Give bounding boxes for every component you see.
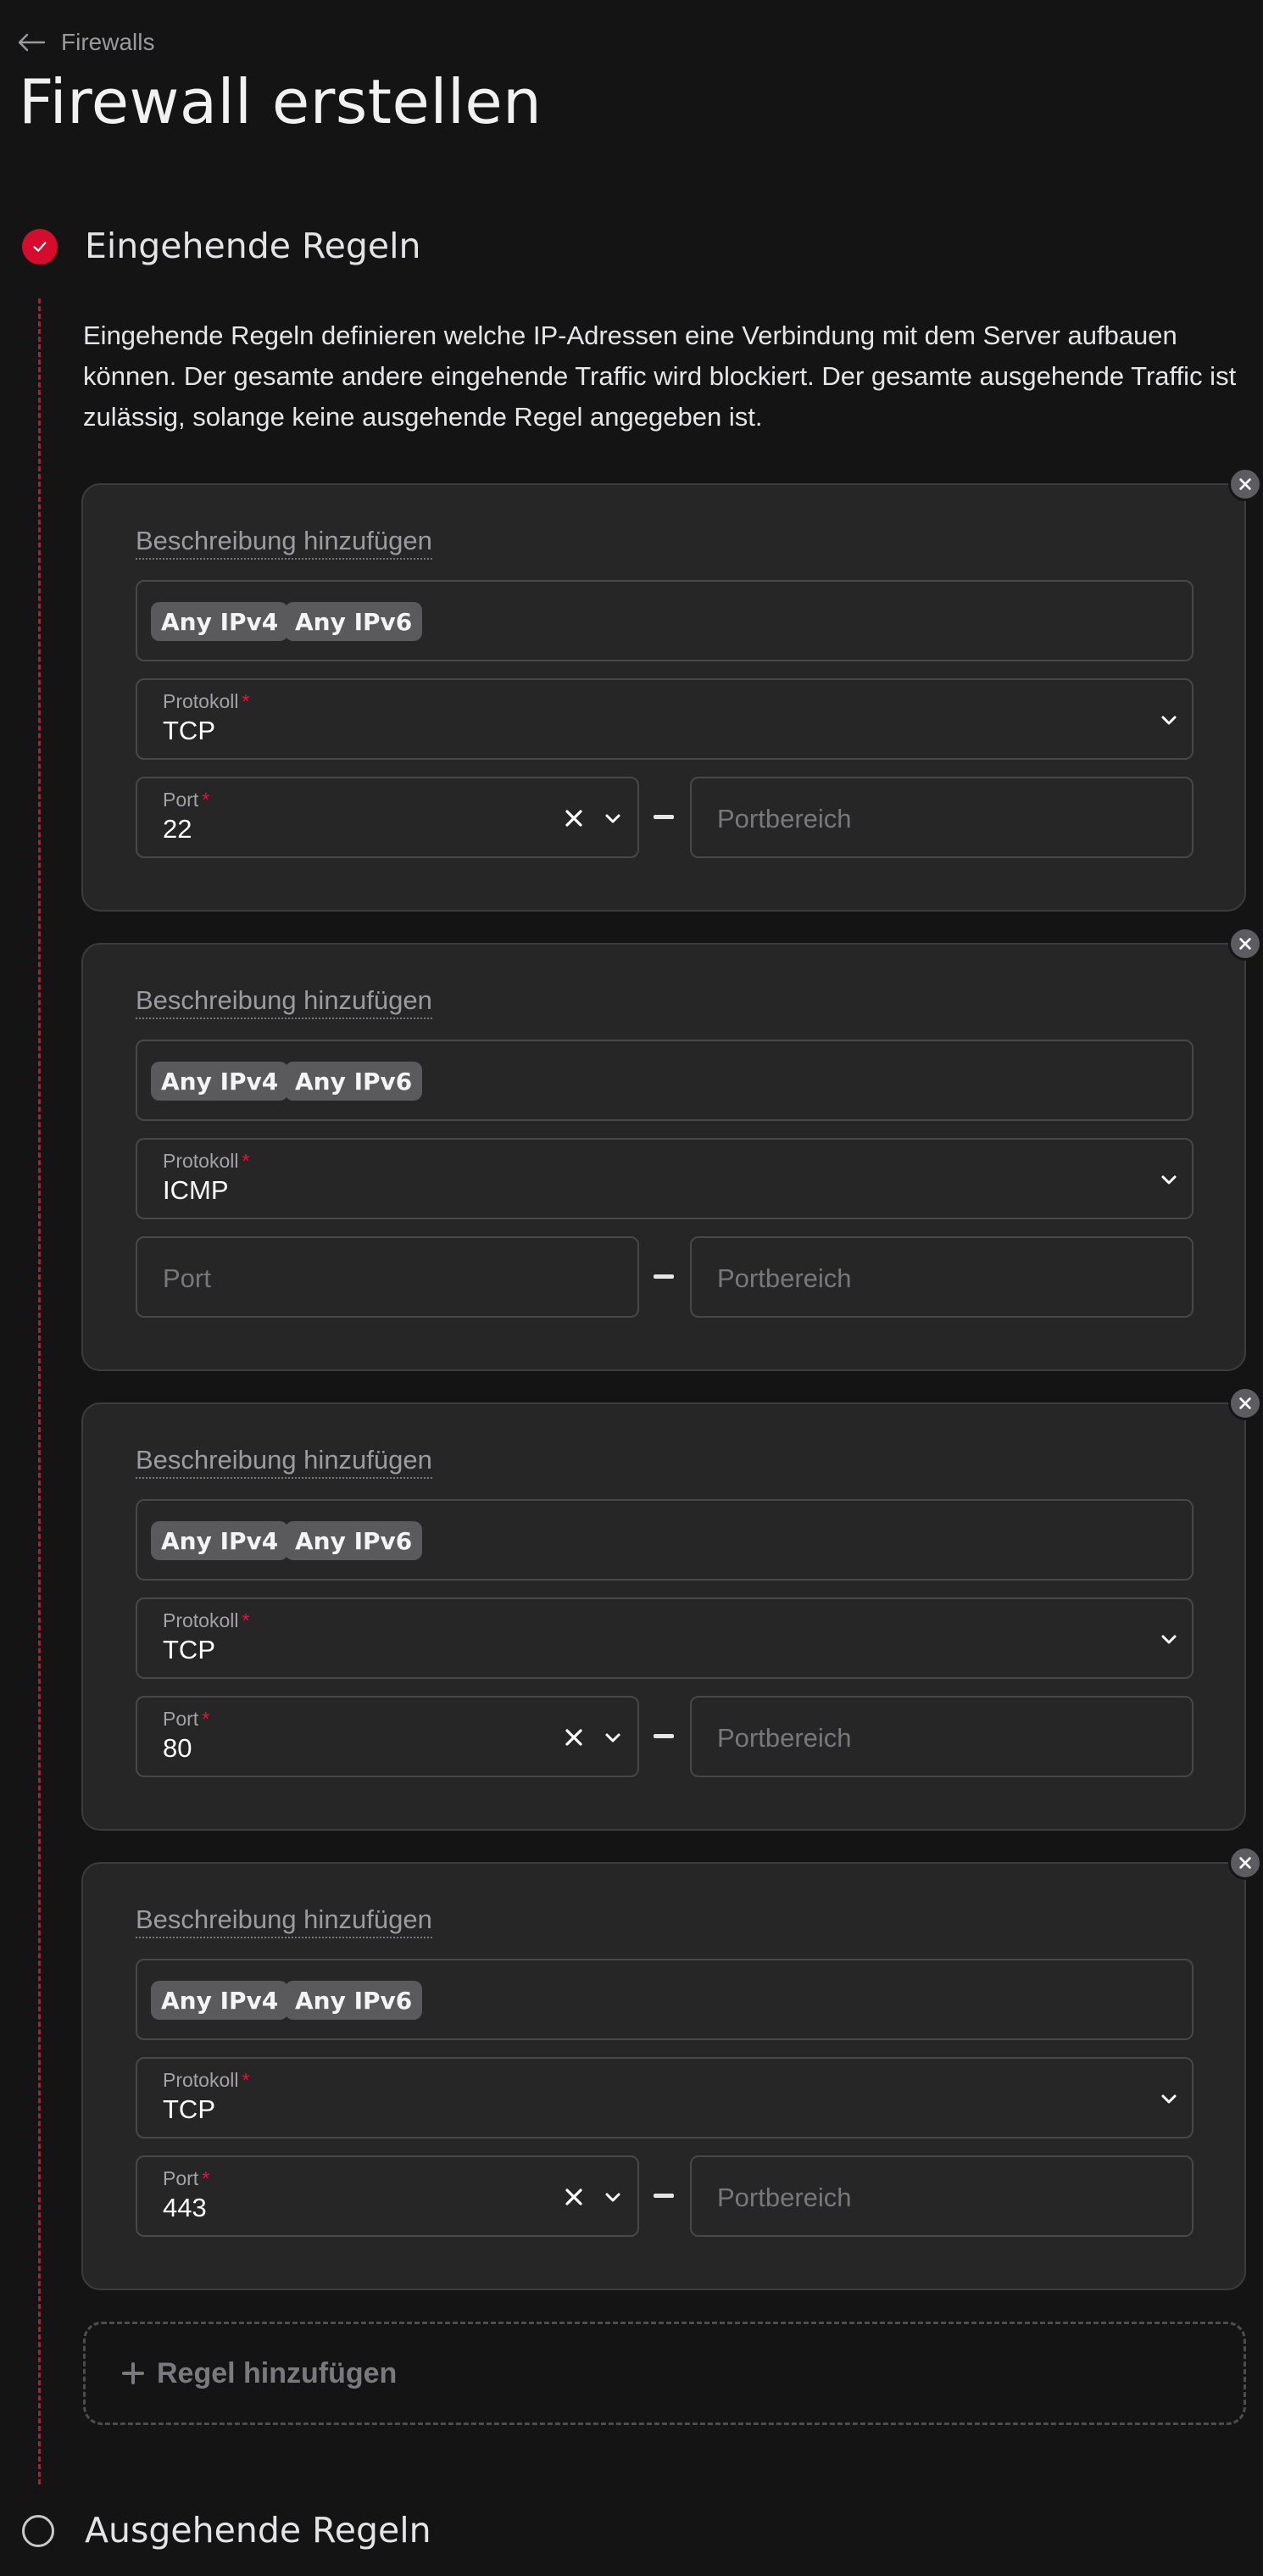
port-label: Port * (163, 2167, 210, 2189)
port-select[interactable]: Port * 80 (136, 1696, 639, 1777)
source-chip[interactable]: Any IPv6 (285, 1981, 423, 2020)
protocol-label: Protokoll * (163, 690, 250, 712)
source-ips-field[interactable]: Any IPv4 Any IPv6 (136, 1499, 1193, 1581)
source-ips-field[interactable]: Any IPv4 Any IPv6 (136, 580, 1193, 661)
add-rule-label: Regel hinzufügen (157, 2356, 398, 2389)
source-ips-field[interactable]: Any IPv4 Any IPv6 (136, 1959, 1193, 2040)
inbound-description: Eingehende Regeln definieren welche IP-A… (83, 321, 1237, 432)
port-label: Port * (163, 789, 210, 811)
port-input-disabled[interactable]: Port (136, 1236, 639, 1318)
step-complete-check-icon (22, 229, 58, 265)
clear-icon[interactable] (563, 1726, 585, 1748)
add-rule-button[interactable]: Regel hinzufügen (83, 2322, 1246, 2425)
port-range-placeholder: Portbereich (717, 1263, 852, 1293)
inbound-step-title[interactable]: Eingehende Regeln (85, 226, 421, 266)
add-description-link[interactable]: Beschreibung hinzufügen (136, 1904, 432, 1938)
remove-rule-button[interactable] (1228, 927, 1262, 961)
close-icon (1239, 1397, 1251, 1409)
protocol-label: Protokoll * (163, 1609, 250, 1631)
port-label: Port * (163, 1708, 210, 1730)
close-icon (1239, 478, 1251, 490)
source-ips-field[interactable]: Any IPv4 Any IPv6 (136, 1040, 1193, 1121)
add-description-link[interactable]: Beschreibung hinzufügen (136, 526, 432, 560)
protocol-select[interactable]: Protokoll * TCP (136, 678, 1193, 760)
range-separator (654, 1274, 674, 1279)
add-description-link[interactable]: Beschreibung hinzufügen (136, 1445, 432, 1479)
protocol-value: TCP (163, 716, 215, 745)
rule-card: Beschreibung hinzufügen Any IPv4 Any IPv… (81, 1846, 1262, 2290)
rule-card: Beschreibung hinzufügen Any IPv4 Any IPv… (81, 927, 1262, 1371)
port-range-placeholder: Portbereich (717, 1723, 852, 1753)
protocol-value: ICMP (163, 1175, 229, 1205)
arrow-left-icon (18, 33, 46, 52)
protocol-select[interactable]: Protokoll * ICMP (136, 1138, 1193, 1219)
source-chip[interactable]: Any IPv6 (285, 1062, 423, 1101)
port-range-placeholder: Portbereich (717, 2183, 852, 2212)
rule-card: Beschreibung hinzufügen Any IPv4 Any IPv… (81, 1386, 1262, 1831)
add-description-link[interactable]: Beschreibung hinzufügen (136, 985, 432, 1019)
port-select[interactable]: Port * 443 (136, 2155, 639, 2237)
protocol-label: Protokoll * (163, 2069, 250, 2091)
clear-icon[interactable] (563, 807, 585, 829)
port-value: 80 (163, 1733, 192, 1763)
source-chip[interactable]: Any IPv4 (151, 1981, 289, 2020)
close-icon (1239, 938, 1251, 950)
source-chip[interactable]: Any IPv6 (285, 1521, 423, 1560)
remove-rule-button[interactable] (1228, 467, 1262, 501)
port-value: 443 (163, 2193, 207, 2222)
protocol-select[interactable]: Protokoll * TCP (136, 1597, 1193, 1679)
protocol-value: TCP (163, 2094, 215, 2124)
chevron-down-icon (605, 2193, 620, 2202)
source-chip[interactable]: Any IPv6 (285, 602, 423, 641)
port-range-input[interactable]: Portbereich (690, 2155, 1193, 2237)
rule-card: Beschreibung hinzufügen Any IPv4 Any IPv… (81, 467, 1262, 912)
port-value: 22 (163, 814, 192, 844)
step-pending-circle-icon (22, 2515, 54, 2547)
chevron-down-icon (1161, 1175, 1177, 1185)
port-range-input[interactable]: Portbereich (690, 1696, 1193, 1777)
range-separator (654, 815, 674, 819)
chevron-down-icon (605, 814, 620, 823)
clear-icon[interactable] (563, 2186, 585, 2208)
range-separator (654, 2194, 674, 2198)
back-link-label: Firewalls (61, 29, 155, 55)
chevron-down-icon (1161, 716, 1177, 725)
source-chip[interactable]: Any IPv4 (151, 1521, 289, 1560)
back-link[interactable]: Firewalls (17, 25, 154, 59)
chevron-down-icon (605, 1733, 620, 1742)
protocol-value: TCP (163, 1635, 215, 1664)
protocol-select[interactable]: Protokoll * TCP (136, 2057, 1193, 2138)
range-separator (654, 1734, 674, 1738)
source-chip[interactable]: Any IPv4 (151, 1062, 289, 1101)
plus-icon (122, 2362, 144, 2384)
port-range-input[interactable]: Portbereich (690, 1236, 1193, 1318)
source-chip[interactable]: Any IPv4 (151, 602, 289, 641)
chevron-down-icon (1161, 1635, 1177, 1644)
page-title: Firewall erstellen (19, 66, 542, 137)
protocol-label: Protokoll * (163, 1150, 250, 1172)
remove-rule-button[interactable] (1228, 1386, 1262, 1420)
step-connector-line (38, 298, 41, 2484)
port-range-input[interactable]: Portbereich (690, 777, 1193, 858)
port-placeholder: Port (163, 1263, 211, 1293)
remove-rule-button[interactable] (1228, 1846, 1262, 1880)
close-icon (1239, 1857, 1251, 1869)
port-select[interactable]: Port * 22 (136, 777, 639, 858)
chevron-down-icon (1161, 2094, 1177, 2104)
outbound-step-title[interactable]: Ausgehende Regeln (85, 2510, 431, 2551)
port-range-placeholder: Portbereich (717, 804, 852, 834)
